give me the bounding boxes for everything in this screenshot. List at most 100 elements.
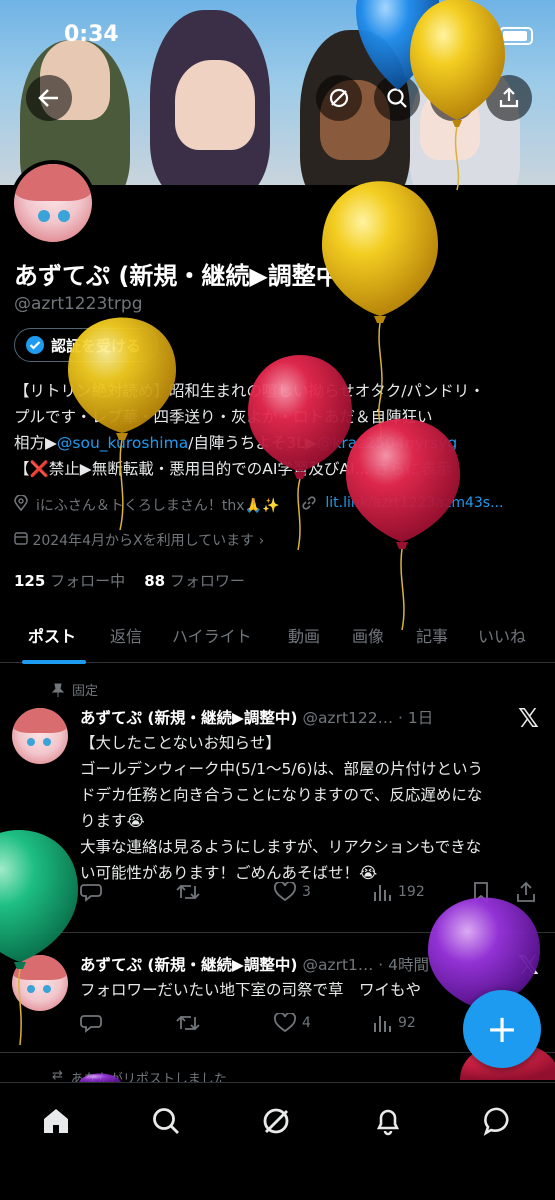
- post-text: 【大したことないお知らせ】 ゴールデンウィーク中(5/1〜5/6)は、部屋の片付…: [80, 730, 548, 886]
- followers-link[interactable]: 88 フォロワー: [144, 572, 245, 590]
- nav-home[interactable]: [36, 1101, 76, 1141]
- profile-website-link[interactable]: lit.link/azrt1223azm43s...: [325, 495, 503, 515]
- location-icon: [14, 495, 28, 511]
- profile-bio: 【リトリン絶対読め】昭和生まれの喧しい拗らせオタク/パンドリ・ プルです・レプ華…: [14, 378, 544, 482]
- post-line: ドデカ任務と向き合うことになりますので、反応遅めにな: [80, 786, 483, 804]
- profile-name: あずてぷ (新規・継続▶調整中): [14, 262, 351, 290]
- search-icon: [153, 1108, 179, 1134]
- bookmark-icon: [474, 882, 488, 902]
- search-button[interactable]: [374, 75, 420, 121]
- following-count: 125: [14, 572, 46, 590]
- bio-text: 相方▶: [14, 434, 57, 452]
- banner-figure: [175, 60, 255, 150]
- views-icon: [374, 885, 391, 901]
- share-button[interactable]: [486, 75, 532, 121]
- reply-button[interactable]: [80, 882, 102, 902]
- tab-replies[interactable]: 返信: [110, 623, 142, 647]
- status-icons: ✈: [436, 24, 533, 48]
- share-icon: [499, 87, 519, 108]
- nav-notifications[interactable]: [368, 1101, 408, 1141]
- grok-button[interactable]: [316, 75, 362, 121]
- avatar-eye: [43, 738, 51, 746]
- reply-button[interactable]: [80, 1013, 102, 1033]
- bio-line: 相方▶@sou_kuroshima/自陣うちよそ3L▶@kraz2504nyrs…: [14, 430, 544, 456]
- repost-button[interactable]: [176, 1013, 200, 1033]
- like-button[interactable]: 3: [274, 882, 311, 902]
- get-verified-button[interactable]: 認証を受ける: [14, 328, 159, 362]
- edit-button[interactable]: [430, 75, 476, 121]
- pinned-text: 固定: [72, 684, 99, 699]
- pin-icon: [52, 683, 64, 697]
- back-button[interactable]: [26, 75, 72, 121]
- tab-likes[interactable]: いいね: [478, 623, 526, 647]
- views-count: 92: [398, 1015, 416, 1031]
- views-button[interactable]: 92: [372, 1013, 416, 1033]
- avatar-hair: [12, 955, 68, 981]
- tab-highlights[interactable]: ハイライト: [172, 623, 252, 647]
- post-meta: @azrt122… · 1日: [302, 709, 434, 727]
- bio-mention-link[interactable]: @sou_kuroshima: [57, 434, 188, 452]
- post-line: 【大したことないお知らせ】: [80, 734, 281, 752]
- post-item[interactable]: あずてぷ (新規・継続▶調整中) @azrt122… · 1日 𝕏 【大したこと…: [0, 700, 555, 930]
- reply-icon: [80, 884, 102, 902]
- profile-meta: iにふさん＆トくろしまさん！thx🙏✨ lit.link/azrt1223azm…: [14, 495, 503, 515]
- repost-icon: [176, 884, 200, 900]
- search-icon: [387, 88, 407, 108]
- grok-icon: [263, 1108, 289, 1134]
- repost-icon: [176, 1015, 200, 1031]
- bio-line: 【❌禁止▶無断転載・悪用目的でのAI学習及びAI... さらに表示: [14, 456, 544, 482]
- post-meta: @azrt1… · 4時間: [302, 956, 430, 974]
- back-arrow-icon: [38, 89, 58, 107]
- tab-videos[interactable]: 動画: [288, 623, 320, 647]
- show-more-link[interactable]: さらに表示: [374, 460, 452, 478]
- reply-icon: [80, 1015, 102, 1033]
- calendar-icon: [14, 532, 28, 545]
- views-button[interactable]: 192: [372, 882, 425, 902]
- nav-messages[interactable]: [478, 1101, 518, 1141]
- compose-button[interactable]: +: [463, 990, 541, 1068]
- post-line: ゴールデンウィーク中(5/1〜5/6)は、部屋の片付けという: [80, 760, 483, 778]
- repost-button[interactable]: [176, 882, 200, 902]
- like-button[interactable]: 4: [274, 1013, 311, 1033]
- followers-count: 88: [144, 572, 166, 590]
- tab-articles[interactable]: 記事: [416, 623, 448, 647]
- like-count: 4: [302, 1015, 311, 1031]
- avatar-eye: [43, 985, 51, 993]
- grok-icon: [329, 88, 349, 108]
- share-post-button[interactable]: [516, 882, 536, 902]
- home-icon: [44, 1109, 68, 1133]
- bio-mention-link[interactable]: @kraz2504nyrsyg: [317, 434, 457, 452]
- post-avatar[interactable]: [12, 955, 68, 1011]
- bookmark-button[interactable]: [472, 882, 490, 902]
- follow-stats: 125 フォロー中 88 フォロワー: [14, 570, 245, 591]
- post-avatar[interactable]: [12, 708, 68, 764]
- plus-icon: +: [486, 1007, 518, 1051]
- following-link[interactable]: 125 フォロー中: [14, 572, 125, 590]
- following-label: フォロー中: [50, 572, 126, 590]
- like-count: 3: [302, 884, 311, 900]
- link-icon: [302, 496, 317, 510]
- nav-grok[interactable]: [256, 1101, 296, 1141]
- status-bar: 0:34 ✈: [0, 0, 555, 70]
- post-line: ります😭: [80, 812, 145, 830]
- nav-search[interactable]: [146, 1101, 186, 1141]
- tab-images[interactable]: 画像: [352, 623, 384, 647]
- verified-badge-icon: [26, 336, 44, 354]
- bottom-navigation: [0, 1082, 555, 1200]
- views-icon: [374, 1016, 391, 1032]
- status-time: 0:34: [64, 22, 119, 47]
- pinned-label: 固定: [52, 680, 98, 699]
- get-verified-label: 認証を受ける: [51, 336, 142, 355]
- profile-joined[interactable]: 2024年4月からXを利用しています ›: [14, 530, 264, 550]
- bio-text: 【❌禁止▶無断転載・悪用目的でのAI学習及びAI...: [14, 460, 370, 478]
- profile-handle: @azrt1223trpg: [14, 294, 143, 314]
- tab-posts[interactable]: ポスト: [28, 623, 76, 647]
- wifi-icon: [465, 27, 487, 45]
- post-actions: 3 192: [80, 882, 540, 908]
- profile-location: iにふさん＆トくろしまさん！thx🙏✨: [36, 498, 280, 514]
- divider: [0, 932, 555, 933]
- profile-avatar[interactable]: [10, 160, 96, 246]
- avatar-eye: [27, 985, 35, 993]
- avatar-hair: [12, 708, 68, 734]
- post-line: 大事な連絡は見るようにしますが、リアクションもできな: [80, 838, 482, 856]
